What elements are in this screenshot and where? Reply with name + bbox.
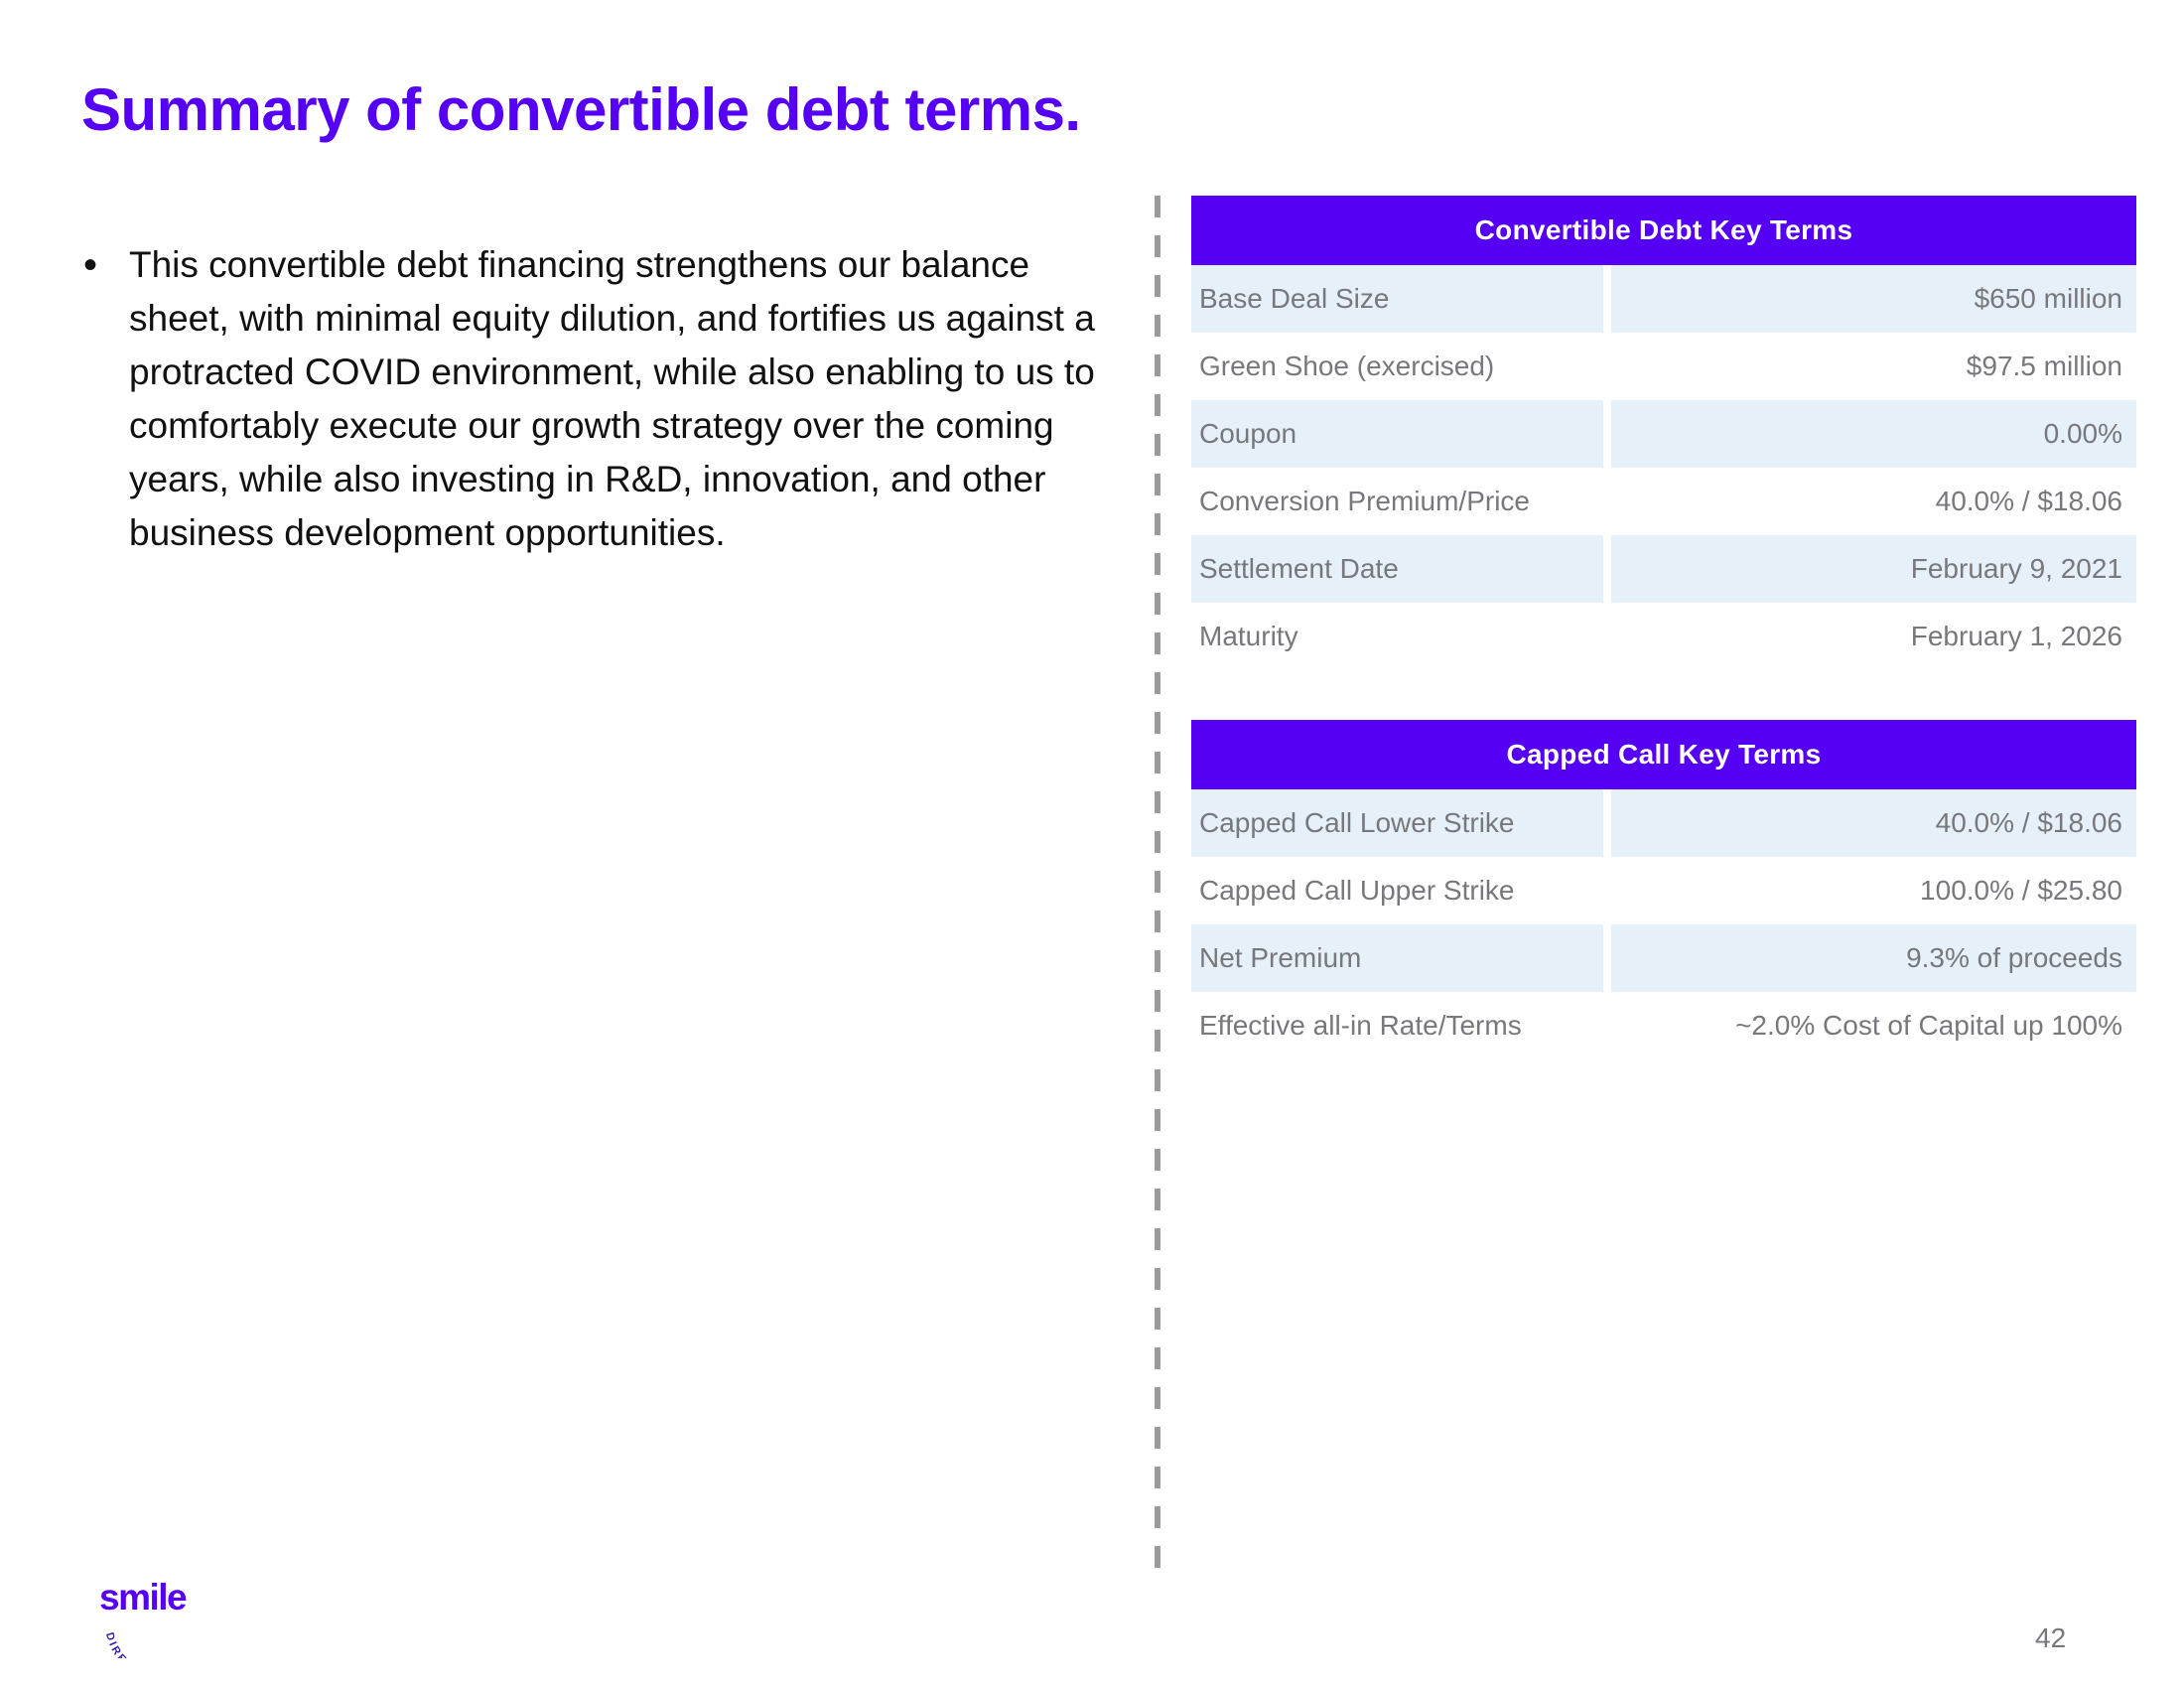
convertible-debt-key-terms-table: Convertible Debt Key Terms Base Deal Siz… <box>1191 196 2136 670</box>
table-column-gap <box>1603 333 1611 400</box>
table-row: Settlement Date February 9, 2021 <box>1191 535 2136 603</box>
table-row: Conversion Premium/Price 40.0% / $18.06 <box>1191 468 2136 535</box>
vertical-dashed-divider <box>1155 196 1160 1576</box>
table-column-gap <box>1603 400 1611 468</box>
table-cell-value: 100.0% / $25.80 <box>1611 857 2136 924</box>
table-cell-label: Settlement Date <box>1191 535 1603 603</box>
table-cell-value: February 1, 2026 <box>1611 603 2136 670</box>
table-cell-label: Conversion Premium/Price <box>1191 468 1603 535</box>
table-header-title: Capped Call Key Terms <box>1191 720 2136 789</box>
table-cell-label: Capped Call Lower Strike <box>1191 789 1603 857</box>
table-row: Net Premium 9.3% of proceeds <box>1191 924 2136 992</box>
bullet-text: This convertible debt financing strength… <box>129 244 1095 553</box>
table-cell-label: Maturity <box>1191 603 1603 670</box>
table-row: Base Deal Size $650 million <box>1191 265 2136 333</box>
table-cell-value: 9.3% of proceeds <box>1611 924 2136 992</box>
table-row: Capped Call Upper Strike 100.0% / $25.80 <box>1191 857 2136 924</box>
table-body: Capped Call Lower Strike 40.0% / $18.06 … <box>1191 789 2136 1059</box>
logo-tagline-arc: DIRECT CLUB <box>103 1631 186 1658</box>
bullet-dot-icon: • <box>83 243 98 287</box>
table-cell-value: $650 million <box>1611 265 2136 333</box>
table-cell-label: Effective all-in Rate/Terms <box>1191 992 1603 1059</box>
table-column-gap <box>1603 603 1611 670</box>
table-row: Green Shoe (exercised) $97.5 million <box>1191 333 2136 400</box>
table-cell-label: Base Deal Size <box>1191 265 1603 333</box>
table-column-gap <box>1603 992 1611 1059</box>
table-cell-value: 0.00% <box>1611 400 2136 468</box>
table-cell-value: 40.0% / $18.06 <box>1611 789 2136 857</box>
logo-wordmark: smile <box>99 1577 188 1618</box>
capped-call-key-terms-table: Capped Call Key Terms Capped Call Lower … <box>1191 720 2136 1059</box>
smile-direct-club-logo: smile DIRECT CLUB <box>99 1579 238 1668</box>
body-text-column: • This convertible debt financing streng… <box>71 238 1104 560</box>
table-row: Maturity February 1, 2026 <box>1191 603 2136 670</box>
table-column-gap <box>1603 265 1611 333</box>
page-title: Summary of convertible debt terms. <box>81 76 1081 143</box>
table-row: Capped Call Lower Strike 40.0% / $18.06 <box>1191 789 2136 857</box>
table-cell-value: $97.5 million <box>1611 333 2136 400</box>
table-column-gap <box>1603 535 1611 603</box>
list-item: • This convertible debt financing streng… <box>71 238 1104 560</box>
table-cell-label: Net Premium <box>1191 924 1603 992</box>
table-row: Coupon 0.00% <box>1191 400 2136 468</box>
table-column-gap <box>1603 468 1611 535</box>
svg-text:DIRECT CLUB: DIRECT CLUB <box>103 1631 186 1658</box>
table-column-gap <box>1603 924 1611 992</box>
table-body: Base Deal Size $650 million Green Shoe (… <box>1191 265 2136 670</box>
table-header-title: Convertible Debt Key Terms <box>1191 196 2136 265</box>
page-number: 42 <box>2035 1622 2067 1653</box>
table-cell-label: Capped Call Upper Strike <box>1191 857 1603 924</box>
table-cell-value: 40.0% / $18.06 <box>1611 468 2136 535</box>
slide-canvas: Summary of convertible debt terms. • Thi… <box>0 0 2184 1688</box>
table-column-gap <box>1603 857 1611 924</box>
table-cell-value: February 9, 2021 <box>1611 535 2136 603</box>
table-cell-label: Coupon <box>1191 400 1603 468</box>
table-cell-value: ~2.0% Cost of Capital up 100% <box>1611 992 2136 1059</box>
table-row: Effective all-in Rate/Terms ~2.0% Cost o… <box>1191 992 2136 1059</box>
table-cell-label: Green Shoe (exercised) <box>1191 333 1603 400</box>
table-column-gap <box>1603 789 1611 857</box>
